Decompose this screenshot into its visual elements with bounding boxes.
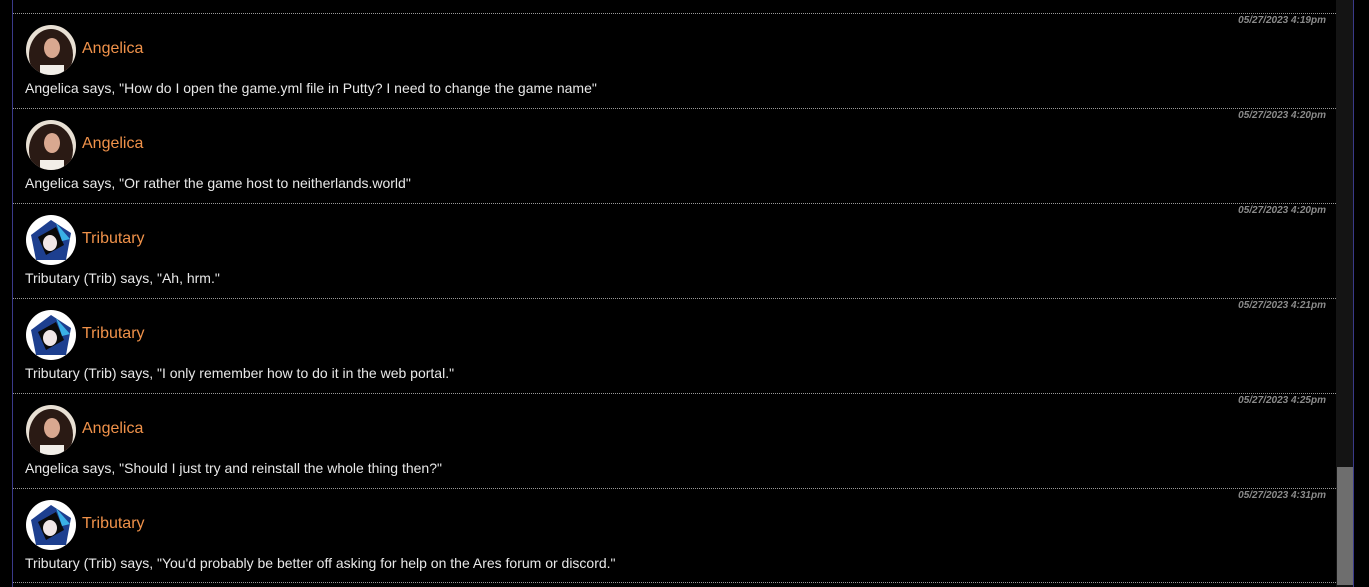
message-timestamp: 05/27/2023 4:21pm	[1238, 300, 1326, 311]
tributary-avatar-icon[interactable]	[26, 310, 76, 360]
author-name[interactable]: Angelica	[82, 135, 143, 153]
tributary-avatar-icon[interactable]	[26, 215, 76, 265]
author-name[interactable]: Tributary	[82, 230, 145, 248]
vertical-scrollbar[interactable]	[1336, 0, 1353, 587]
message-text: Angelica says, "Or rather the game host …	[25, 175, 411, 191]
message-text: Angelica says, "Should I just try and re…	[25, 460, 442, 476]
message-timestamp: 05/27/2023 4:31pm	[1238, 490, 1326, 501]
author-name[interactable]: Angelica	[82, 420, 143, 438]
message-timestamp: 05/27/2023 4:20pm	[1238, 110, 1326, 121]
scrollbar-thumb[interactable]	[1337, 467, 1353, 585]
message-text: Tributary (Trib) says, "Ah, hrm."	[25, 270, 220, 286]
author-name[interactable]: Tributary	[82, 515, 145, 533]
message-text: Tributary (Trib) says, "You'd probably b…	[25, 555, 616, 571]
message-item: 05/27/2023 4:21pm Tributary Tributary (T…	[13, 298, 1336, 393]
message-text: Angelica says, "How do I open the game.y…	[25, 80, 597, 96]
author-name[interactable]: Angelica	[82, 40, 143, 58]
message-item: 05/27/2023 4:31pm Tributary Tributary (T…	[13, 488, 1336, 583]
message-timestamp: 05/27/2023 4:19pm	[1238, 15, 1326, 26]
author-name[interactable]: Tributary	[82, 325, 145, 343]
angelica-avatar-icon[interactable]	[26, 405, 76, 455]
message-item: 05/27/2023 4:20pm Angelica Angelica says…	[13, 108, 1336, 203]
angelica-avatar-icon[interactable]	[26, 120, 76, 170]
chat-log-panel: 05/27/2023 4:19pm Angelica Angelica says…	[12, 0, 1354, 587]
message-timestamp: 05/27/2023 4:25pm	[1238, 395, 1326, 406]
message-item: 05/27/2023 4:19pm Angelica Angelica says…	[13, 13, 1336, 108]
message-item: 05/27/2023 4:20pm Tributary Tributary (T…	[13, 203, 1336, 298]
message-feed: 05/27/2023 4:19pm Angelica Angelica says…	[13, 0, 1336, 587]
message-timestamp: 05/27/2023 4:20pm	[1238, 205, 1326, 216]
message-text: Tributary (Trib) says, "I only remember …	[25, 365, 455, 381]
tributary-avatar-icon[interactable]	[26, 500, 76, 550]
message-item: 05/27/2023 4:25pm Angelica Angelica says…	[13, 393, 1336, 488]
angelica-avatar-icon[interactable]	[26, 25, 76, 75]
